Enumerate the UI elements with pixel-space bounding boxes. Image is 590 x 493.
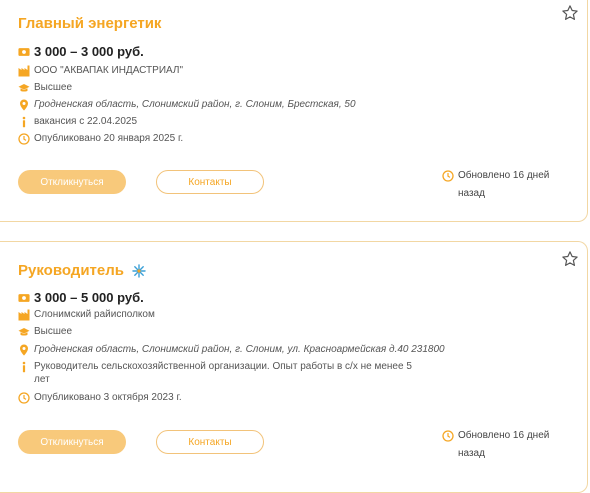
salary-text: 3 000 – 3 000 руб. xyxy=(34,44,144,59)
info-icon xyxy=(22,116,26,128)
factory-icon xyxy=(18,309,30,321)
updated-text-line2: назад xyxy=(458,448,485,459)
vacancy-card: Главный энергетик 3 000 – 3 000 руб. ООО… xyxy=(0,0,588,222)
location-pin-icon xyxy=(20,99,28,111)
address-row: Гродненская область, Слонимский район, г… xyxy=(18,98,356,111)
updated-text-line1: Обновлено 16 дней xyxy=(458,170,550,181)
money-icon xyxy=(18,48,30,56)
info-row: вакансия с 22.04.2025 xyxy=(18,115,137,128)
education-row: Высшее xyxy=(18,81,72,94)
contacts-button[interactable]: Контакты xyxy=(156,170,264,194)
vacancy-title-text[interactable]: Руководитель xyxy=(18,262,124,279)
updated-text-line1: Обновлено 16 дней xyxy=(458,430,550,441)
sparkle-icon xyxy=(132,263,146,278)
salary-row: 3 000 – 3 000 руб. xyxy=(18,44,144,59)
company-row: ООО "АКВАПАК ИНДАСТРИАЛ" xyxy=(18,64,183,77)
address-text: Гродненская область, Слонимский район, г… xyxy=(34,344,445,355)
star-icon[interactable] xyxy=(561,4,579,22)
published-text: Опубликовано 3 октября 2023 г. xyxy=(34,392,182,403)
address-row: Гродненская область, Слонимский район, г… xyxy=(18,343,445,356)
clock-icon xyxy=(18,133,30,145)
vacancy-title-text[interactable]: Главный энергетик xyxy=(18,15,161,32)
company-name: Слонимский райисполком xyxy=(34,309,155,320)
updated-text-line2: назад xyxy=(458,188,485,199)
info-icon xyxy=(22,361,26,373)
respond-button[interactable]: Откликнуться xyxy=(18,430,126,454)
info-text: Руководитель сельскохозяйственной органи… xyxy=(34,361,412,385)
education-text: Высшее xyxy=(34,326,73,337)
salary-row: 3 000 – 5 000 руб. xyxy=(18,290,144,305)
factory-icon xyxy=(18,65,30,77)
published-row: Опубликовано 20 января 2025 г. xyxy=(18,132,183,145)
contacts-button[interactable]: Контакты xyxy=(156,430,264,454)
education-row: Высшее xyxy=(18,325,72,338)
location-pin-icon xyxy=(20,344,28,356)
salary-text: 3 000 – 5 000 руб. xyxy=(34,290,144,305)
star-icon[interactable] xyxy=(561,250,579,268)
vacancy-title[interactable]: Руководитель xyxy=(18,262,146,279)
clock-icon xyxy=(442,430,454,442)
info-row: Руководитель сельскохозяйственной органи… xyxy=(18,360,418,386)
money-icon xyxy=(18,294,30,302)
clock-icon xyxy=(18,392,30,404)
education-text: Высшее xyxy=(34,82,73,93)
info-text: вакансия с 22.04.2025 xyxy=(34,116,138,127)
clock-icon xyxy=(442,170,454,182)
published-text: Опубликовано 20 января 2025 г. xyxy=(34,133,184,144)
vacancy-card: Руководитель 3 000 – 5 000 руб. Слонимск… xyxy=(0,241,588,493)
updated-info: Обновлено 16 дней назад xyxy=(442,427,562,463)
vacancy-title[interactable]: Главный энергетик xyxy=(18,15,161,32)
published-row: Опубликовано 3 октября 2023 г. xyxy=(18,391,182,404)
updated-info: Обновлено 16 дней назад xyxy=(442,167,562,203)
company-row: Слонимский райисполком xyxy=(18,308,155,321)
company-name: ООО "АКВАПАК ИНДАСТРИАЛ" xyxy=(34,65,184,76)
address-text: Гродненская область, Слонимский район, г… xyxy=(34,99,356,110)
respond-button[interactable]: Откликнуться xyxy=(18,170,126,194)
graduation-cap-icon xyxy=(18,84,30,92)
graduation-cap-icon xyxy=(18,328,30,336)
